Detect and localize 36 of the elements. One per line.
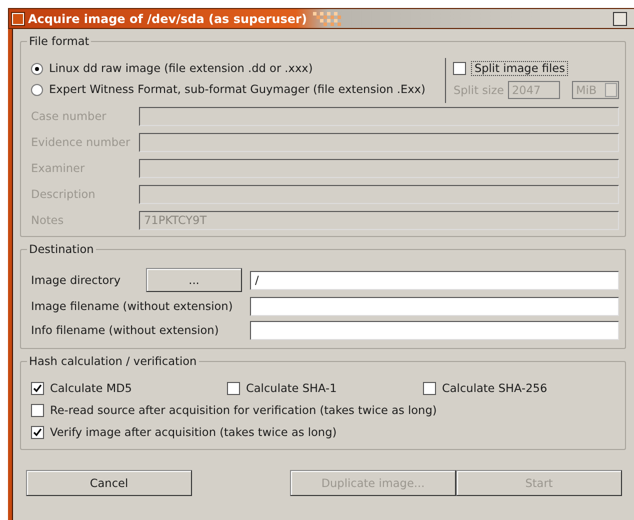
option-label: Calculate SHA-1 [246,382,337,395]
radio-button[interactable] [31,84,43,96]
text-field[interactable] [250,297,619,316]
radio-button[interactable] [31,62,43,74]
field-label: Case number [31,110,108,123]
option-label: Linux dd raw image (file extension .dd or .xxx) [49,62,313,75]
group-title: Hash calculation / verification [28,355,198,368]
field-label: Split size [453,84,504,96]
field-label: Image filename (without extension) [31,300,234,313]
field-label: Info filename (without extension) [31,324,220,337]
option-label: Re-read source after acquisition for verification (takes twice as long) [50,404,437,417]
group-title: Destination [28,243,95,256]
field-label: Image directory [31,274,122,286]
option-label: Calculate SHA-256 [442,382,548,395]
checkbox[interactable] [31,382,44,395]
option-label: Verify image after acquisition (takes twice as long) [50,426,337,439]
window-title: Acquire image of /dev/sda (as superuser) [28,12,307,26]
option-label: Split image files [472,62,567,75]
dialog-button[interactable]: Cancel [26,470,192,496]
field-label: Description [31,188,96,201]
option-label: Calculate MD5 [50,382,132,395]
field-label: Examiner [31,162,86,175]
field-label: Evidence number [31,136,132,149]
pattern-icon [312,12,341,26]
directory-field[interactable]: / [250,270,619,290]
close-icon[interactable] [613,12,627,26]
text-field[interactable] [250,321,619,340]
checkbox[interactable] [227,382,240,395]
browse-button[interactable]: ... [146,268,242,292]
checkbox[interactable] [423,382,436,395]
window-menu-icon[interactable] [12,12,24,24]
checkbox[interactable] [31,404,44,417]
checkbox[interactable] [31,426,44,439]
group-title: File format [28,35,90,48]
field-label: Notes [31,214,65,227]
option-label: Expert Witness Format, sub-format Guymager (file extension .Exx) [49,83,426,96]
